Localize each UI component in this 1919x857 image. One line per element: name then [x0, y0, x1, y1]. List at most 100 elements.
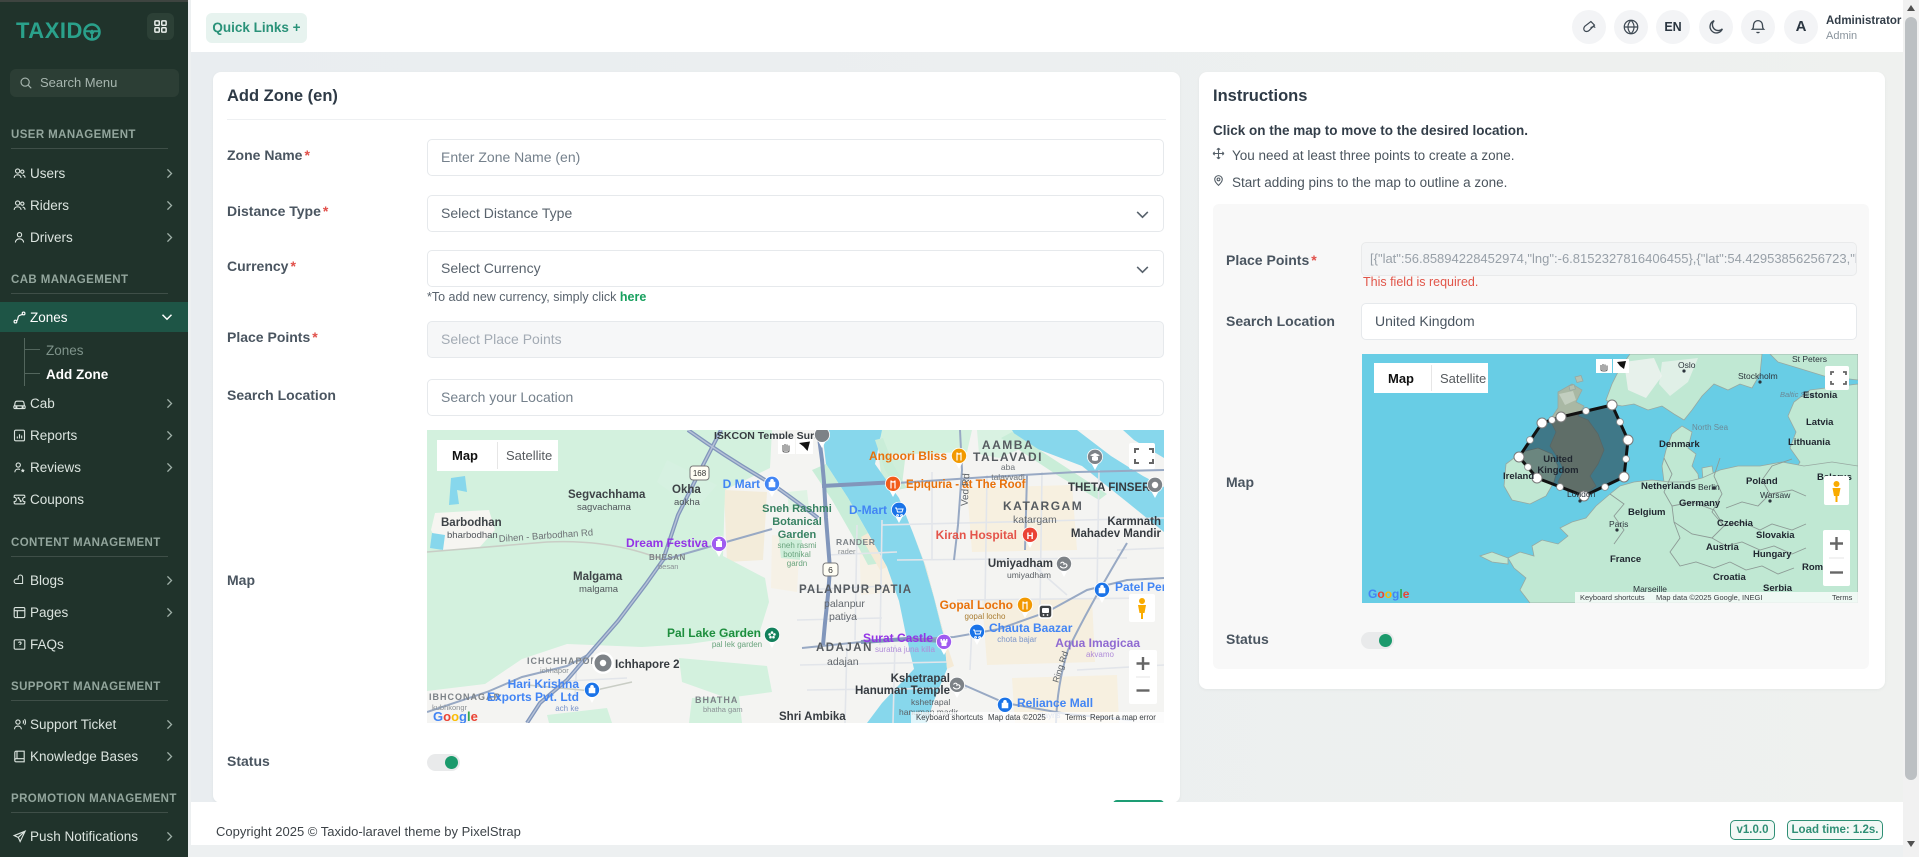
svg-text:kshetrapal: kshetrapal — [911, 697, 950, 707]
svg-text:bharbodhan: bharbodhan — [447, 530, 498, 541]
svg-text:sneh rasmi: sneh rasmi — [777, 541, 816, 550]
svg-text:Hungary: Hungary — [1753, 549, 1792, 560]
svg-text:Google: Google — [1368, 587, 1410, 601]
svg-text:Kingdom: Kingdom — [1537, 465, 1578, 476]
svg-text:KATARGAM: KATARGAM — [1003, 499, 1083, 513]
svg-text:sagvachama: sagvachama — [577, 502, 632, 513]
svg-text:Umiyadham: Umiyadham — [988, 558, 1053, 570]
svg-text:palanpur: palanpur — [824, 598, 865, 610]
svg-text:Ichhapore 2: Ichhapore 2 — [615, 659, 680, 671]
svg-text:suratna juna killa: suratna juna killa — [875, 645, 936, 654]
svg-text:Terms: Terms — [1832, 593, 1853, 602]
svg-text:Google: Google — [433, 709, 478, 723]
svg-text:chota bajar: chota bajar — [997, 635, 1037, 644]
svg-text:Oslo: Oslo — [1678, 360, 1696, 370]
svg-text:Satellite: Satellite — [506, 448, 552, 463]
svg-text:London: London — [1567, 489, 1596, 499]
svg-text:United: United — [1543, 454, 1573, 465]
svg-text:Austria: Austria — [1706, 542, 1739, 553]
svg-text:Barbodhan: Barbodhan — [441, 517, 502, 529]
svg-text:Botanical: Botanical — [772, 516, 822, 528]
svg-text:Angoori Bliss: Angoori Bliss — [869, 449, 947, 463]
svg-text:France: France — [1610, 554, 1641, 565]
svg-text:Keyboard shortcuts: Keyboard shortcuts — [1580, 593, 1645, 602]
svg-text:Patel Perfu: Patel Perfu — [1115, 580, 1164, 594]
svg-text:Slovakia: Slovakia — [1756, 530, 1795, 541]
svg-text:Segvachhama: Segvachhama — [568, 489, 646, 501]
svg-text:St Peters: St Peters — [1792, 354, 1827, 364]
svg-text:Germany: Germany — [1679, 498, 1721, 509]
svg-text:Berlin: Berlin — [1698, 482, 1720, 492]
svg-text:rader: rader — [838, 547, 856, 556]
svg-text:D Mart: D Mart — [723, 477, 760, 491]
svg-text:Map data ©2025 Google, INEGI: Map data ©2025 Google, INEGI — [1656, 593, 1762, 602]
svg-text:ICHCHHAPOR: ICHCHHAPOR — [527, 656, 598, 666]
svg-text:Exports Pvt. Ltd: Exports Pvt. Ltd — [487, 690, 579, 704]
svg-text:Paris: Paris — [1609, 519, 1628, 529]
svg-text:ach ke: ach ke — [555, 704, 579, 713]
svg-text:Shri Ambika: Shri Ambika — [779, 711, 846, 723]
svg-text:Mahadev Mandir: Mahadev Mandir — [1071, 528, 1162, 540]
svg-text:Terms: Terms — [1065, 713, 1086, 722]
svg-text:Estonia: Estonia — [1803, 390, 1838, 401]
svg-text:THETA FINSERV: THETA FINSERV — [1068, 482, 1158, 494]
svg-text:katargam: katargam — [1013, 514, 1057, 526]
svg-text:Kiran Hospital: Kiran Hospital — [936, 528, 1017, 542]
svg-text:Stockholm: Stockholm — [1738, 371, 1778, 381]
svg-text:Satellite: Satellite — [1440, 371, 1486, 386]
svg-text:Lithuania: Lithuania — [1788, 437, 1831, 448]
svg-text:Map data ©2025: Map data ©2025 — [988, 713, 1046, 722]
svg-text:168: 168 — [693, 469, 707, 478]
svg-text:6: 6 — [828, 565, 833, 575]
svg-text:Belgium: Belgium — [1628, 507, 1665, 518]
svg-text:bhatha gam: bhatha gam — [703, 705, 743, 714]
svg-text:botnikal: botnikal — [783, 550, 811, 559]
svg-text:Czechia: Czechia — [1717, 518, 1754, 529]
svg-text:Warsaw: Warsaw — [1760, 490, 1791, 500]
svg-text:aba: aba — [1001, 462, 1015, 472]
svg-text:Kshetrapal: Kshetrapal — [891, 673, 950, 685]
svg-text:D-Mart: D-Mart — [849, 503, 887, 517]
svg-text:Poland: Poland — [1746, 476, 1778, 487]
svg-text:Ved Rd: Ved Rd — [960, 473, 973, 506]
svg-text:PALANPUR PATIA: PALANPUR PATIA — [799, 584, 912, 596]
svg-text:gopal locho: gopal locho — [965, 612, 1006, 621]
svg-text:BHESAN: BHESAN — [649, 553, 686, 562]
svg-text:Denmark: Denmark — [1659, 439, 1700, 450]
svg-text:adajan: adajan — [827, 656, 859, 668]
svg-text:RANDER: RANDER — [836, 537, 875, 547]
svg-text:H: H — [1027, 531, 1034, 542]
svg-text:Dream Festiva: Dream Festiva — [626, 536, 708, 550]
svg-text:aokha: aokha — [674, 497, 701, 508]
svg-text:Sneh Rashmi: Sneh Rashmi — [762, 503, 832, 515]
svg-text:pal lek garden: pal lek garden — [712, 640, 762, 649]
svg-text:Reliance Mall: Reliance Mall — [1017, 696, 1093, 710]
svg-text:Map: Map — [452, 448, 478, 463]
svg-text:BHATHA: BHATHA — [695, 695, 738, 705]
svg-text:Latvia: Latvia — [1806, 417, 1834, 428]
svg-text:Croatia: Croatia — [1713, 572, 1746, 583]
svg-text:gardn: gardn — [787, 559, 807, 568]
svg-text:Netherlands: Netherlands — [1641, 481, 1696, 492]
svg-text:Malgama: Malgama — [573, 571, 623, 583]
svg-text:Keyboard shortcuts: Keyboard shortcuts — [916, 713, 983, 722]
svg-text:Report a map error: Report a map error — [1090, 713, 1156, 722]
svg-text:akvamo: akvamo — [1086, 650, 1115, 659]
svg-text:Aqua Imagicaa: Aqua Imagicaa — [1055, 636, 1140, 650]
svg-text:North Sea: North Sea — [1692, 423, 1729, 432]
svg-text:Pal Lake Garden: Pal Lake Garden — [667, 626, 761, 640]
svg-text:besan: besan — [658, 562, 678, 571]
svg-text:Karmnath: Karmnath — [1107, 516, 1161, 528]
svg-text:Hari Krishna: Hari Krishna — [508, 677, 580, 691]
svg-text:malgama: malgama — [579, 584, 619, 595]
svg-text:Garden: Garden — [778, 529, 817, 541]
svg-text:Gopal Locho: Gopal Locho — [940, 598, 1013, 612]
svg-text:Ireland: Ireland — [1503, 471, 1534, 482]
svg-text:patiya: patiya — [829, 611, 857, 623]
svg-text:Hanuman Temple: Hanuman Temple — [855, 685, 950, 697]
svg-text:Chauta Baazar: Chauta Baazar — [989, 621, 1073, 635]
svg-text:umiyadham: umiyadham — [1007, 570, 1051, 580]
svg-text:ichhapor: ichhapor — [540, 666, 569, 675]
svg-text:Map: Map — [1388, 371, 1414, 386]
svg-text:Okha: Okha — [672, 484, 701, 496]
